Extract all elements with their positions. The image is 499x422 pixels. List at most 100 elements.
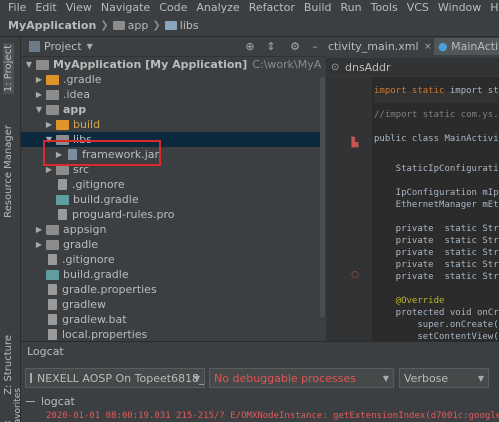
override-icon[interactable]: ○ bbox=[350, 270, 360, 280]
tree-row-idea[interactable]: ▶ .idea bbox=[21, 87, 321, 102]
gear-icon[interactable]: ⚙ bbox=[288, 40, 302, 54]
tree-row-gradle-properties[interactable]: gradle.properties bbox=[21, 282, 321, 297]
process-label: No debuggable processes bbox=[214, 371, 356, 385]
menu-tools[interactable]: Tools bbox=[371, 1, 398, 14]
left-tool-strip: 1: Project Resource Manager Z: Structure bbox=[0, 37, 21, 422]
expanded-arrow-icon[interactable]: ▼ bbox=[34, 105, 44, 114]
menu-file[interactable]: File bbox=[8, 1, 26, 14]
tab-structure[interactable]: Z: Structure bbox=[3, 335, 14, 395]
logcat-subheader: logcat bbox=[21, 394, 499, 409]
tree-label: gradle.properties bbox=[62, 283, 157, 296]
menu-edit[interactable]: Edit bbox=[35, 1, 56, 14]
tree-row-appsign[interactable]: ▶ appsign bbox=[21, 222, 321, 237]
module-folder-icon bbox=[36, 59, 49, 70]
code-line: protected void onCreat bbox=[395, 308, 499, 318]
hide-icon[interactable]: – bbox=[308, 40, 322, 54]
collapse-all-icon[interactable]: ⇕ bbox=[264, 40, 278, 54]
tree-row-app-build-gradle[interactable]: build.gradle bbox=[21, 192, 321, 207]
tree-label: .gradle bbox=[63, 73, 102, 86]
code-line: //import static com.ys.set bbox=[374, 110, 499, 120]
properties-file-icon bbox=[48, 284, 57, 295]
tab-project[interactable]: 1: Project bbox=[3, 43, 14, 95]
run-class-icon[interactable]: ▙ bbox=[350, 138, 360, 148]
tree-row-build[interactable]: ▶ build bbox=[21, 117, 321, 132]
menu-run[interactable]: Run bbox=[341, 1, 362, 14]
file-icon bbox=[48, 299, 57, 310]
code-line: super.onCreate(sav bbox=[417, 320, 499, 330]
tree-label: local.properties bbox=[62, 328, 148, 341]
log-line: 2020-01-01 08:00:19.031 215-215/? E/OMXN… bbox=[46, 411, 499, 421]
logcat-panel: Logcat NEXELL AOSP On Topeet6818_re ▼ No… bbox=[21, 341, 499, 422]
menu-navigate[interactable]: Navigate bbox=[101, 1, 150, 14]
tree-row-gitignore[interactable]: .gitignore bbox=[21, 252, 321, 267]
tree-row-gradlew[interactable]: gradlew bbox=[21, 297, 321, 312]
tree-row-gradle-dir[interactable]: ▶ .gradle bbox=[21, 72, 321, 87]
tab-resource-manager[interactable]: Resource Manager bbox=[3, 125, 14, 218]
tree-row-gradlew-bat[interactable]: gradlew.bat bbox=[21, 312, 321, 327]
menu-help[interactable]: Help bbox=[490, 1, 499, 14]
breadcrumb-field[interactable]: dnsAddr bbox=[345, 61, 391, 74]
device-icon bbox=[30, 373, 32, 383]
tree-row-build-gradle[interactable]: build.gradle bbox=[21, 267, 321, 282]
device-selector[interactable]: NEXELL AOSP On Topeet6818_re ▼ bbox=[25, 368, 205, 388]
chevron-right-icon: ❯ bbox=[152, 19, 161, 31]
menu-refactor[interactable]: Refactor bbox=[249, 1, 295, 14]
collapsed-arrow-icon[interactable]: ▶ bbox=[34, 240, 44, 249]
tree-row-proguard[interactable]: proguard-rules.pro bbox=[21, 207, 321, 222]
tree-row-root[interactable]: ▼ MyApplication [My Application] C:\work… bbox=[21, 57, 321, 72]
project-view-selector[interactable]: Project bbox=[44, 40, 82, 53]
menu-vcs[interactable]: VCS bbox=[407, 1, 429, 14]
module-folder-icon bbox=[46, 104, 59, 115]
collapsed-arrow-icon[interactable]: ▶ bbox=[34, 225, 44, 234]
tree-label: build bbox=[73, 118, 101, 131]
project-tree: ▼ MyApplication [My Application] C:\work… bbox=[21, 57, 321, 341]
menu-view[interactable]: View bbox=[66, 1, 92, 14]
collapsed-arrow-icon[interactable]: ▶ bbox=[34, 75, 44, 84]
tree-row-app-gitignore[interactable]: .gitignore bbox=[21, 177, 321, 192]
code-area[interactable]: import static import static com.example.… bbox=[374, 77, 499, 341]
log-level-selector[interactable]: Verbose ▼ bbox=[399, 368, 489, 388]
code-editor: ctivity_main.xml × ● MainActivity.jav ⊙ … bbox=[326, 37, 499, 341]
menu-window[interactable]: Window bbox=[438, 1, 481, 14]
tree-row-gradle[interactable]: ▶ gradle bbox=[21, 237, 321, 252]
tree-scrollbar[interactable] bbox=[320, 77, 325, 317]
dropdown-arrow-icon[interactable]: ▼ bbox=[87, 42, 93, 51]
code-line: private static String bbox=[395, 236, 499, 246]
locate-icon[interactable]: ⊕ bbox=[243, 40, 257, 54]
ide-window: File Edit View Navigate Code Analyze Ref… bbox=[0, 0, 499, 422]
tree-label: gradlew.bat bbox=[62, 313, 127, 326]
menu-build[interactable]: Build bbox=[304, 1, 332, 14]
breadcrumb-folder[interactable]: libs bbox=[180, 19, 199, 32]
expanded-arrow-icon[interactable]: ▼ bbox=[24, 60, 34, 69]
logcat-tab-label[interactable]: logcat bbox=[41, 395, 75, 408]
breadcrumb-project[interactable]: MyApplication bbox=[8, 19, 96, 32]
log-level-label: Verbose bbox=[404, 371, 449, 385]
tree-label: proguard-rules.pro bbox=[72, 208, 175, 221]
tab-activity-main-xml[interactable]: ctivity_main.xml bbox=[328, 40, 419, 53]
gradle-icon bbox=[46, 269, 59, 280]
menu-code[interactable]: Code bbox=[159, 1, 187, 14]
breadcrumb-module[interactable]: app bbox=[128, 19, 149, 32]
project-view-icon bbox=[29, 41, 40, 52]
editor-breadcrumb: ⊙ dnsAddr bbox=[326, 59, 499, 77]
process-selector[interactable]: No debuggable processes ▼ bbox=[209, 368, 394, 388]
tab-favorites[interactable]: 2: Favorites bbox=[3, 388, 23, 422]
tree-label: MyApplication [My Application] bbox=[53, 58, 248, 71]
code-text: import static com.example. bbox=[449, 86, 499, 96]
collapsed-arrow-icon[interactable]: ▶ bbox=[34, 90, 44, 99]
code-line: private static String bbox=[395, 224, 499, 234]
dropdown-arrow-icon: ▼ bbox=[477, 373, 484, 383]
tree-row-app[interactable]: ▼ app bbox=[21, 102, 321, 117]
collapsed-arrow-icon[interactable]: ▶ bbox=[44, 120, 54, 129]
menu-analyze[interactable]: Analyze bbox=[196, 1, 239, 14]
device-label: NEXELL AOSP On Topeet6818_re bbox=[37, 371, 205, 385]
tree-label: appsign bbox=[63, 223, 107, 236]
tab-main-activity[interactable]: ● MainActivity.jav bbox=[434, 38, 499, 55]
close-icon[interactable]: × bbox=[424, 42, 432, 52]
file-icon bbox=[48, 254, 57, 265]
minimize-icon[interactable] bbox=[26, 401, 35, 402]
collapsed-arrow-icon[interactable]: ▶ bbox=[44, 165, 54, 174]
file-icon bbox=[48, 314, 57, 325]
file-icon bbox=[58, 209, 67, 220]
tree-row-local-properties[interactable]: local.properties bbox=[21, 327, 321, 341]
